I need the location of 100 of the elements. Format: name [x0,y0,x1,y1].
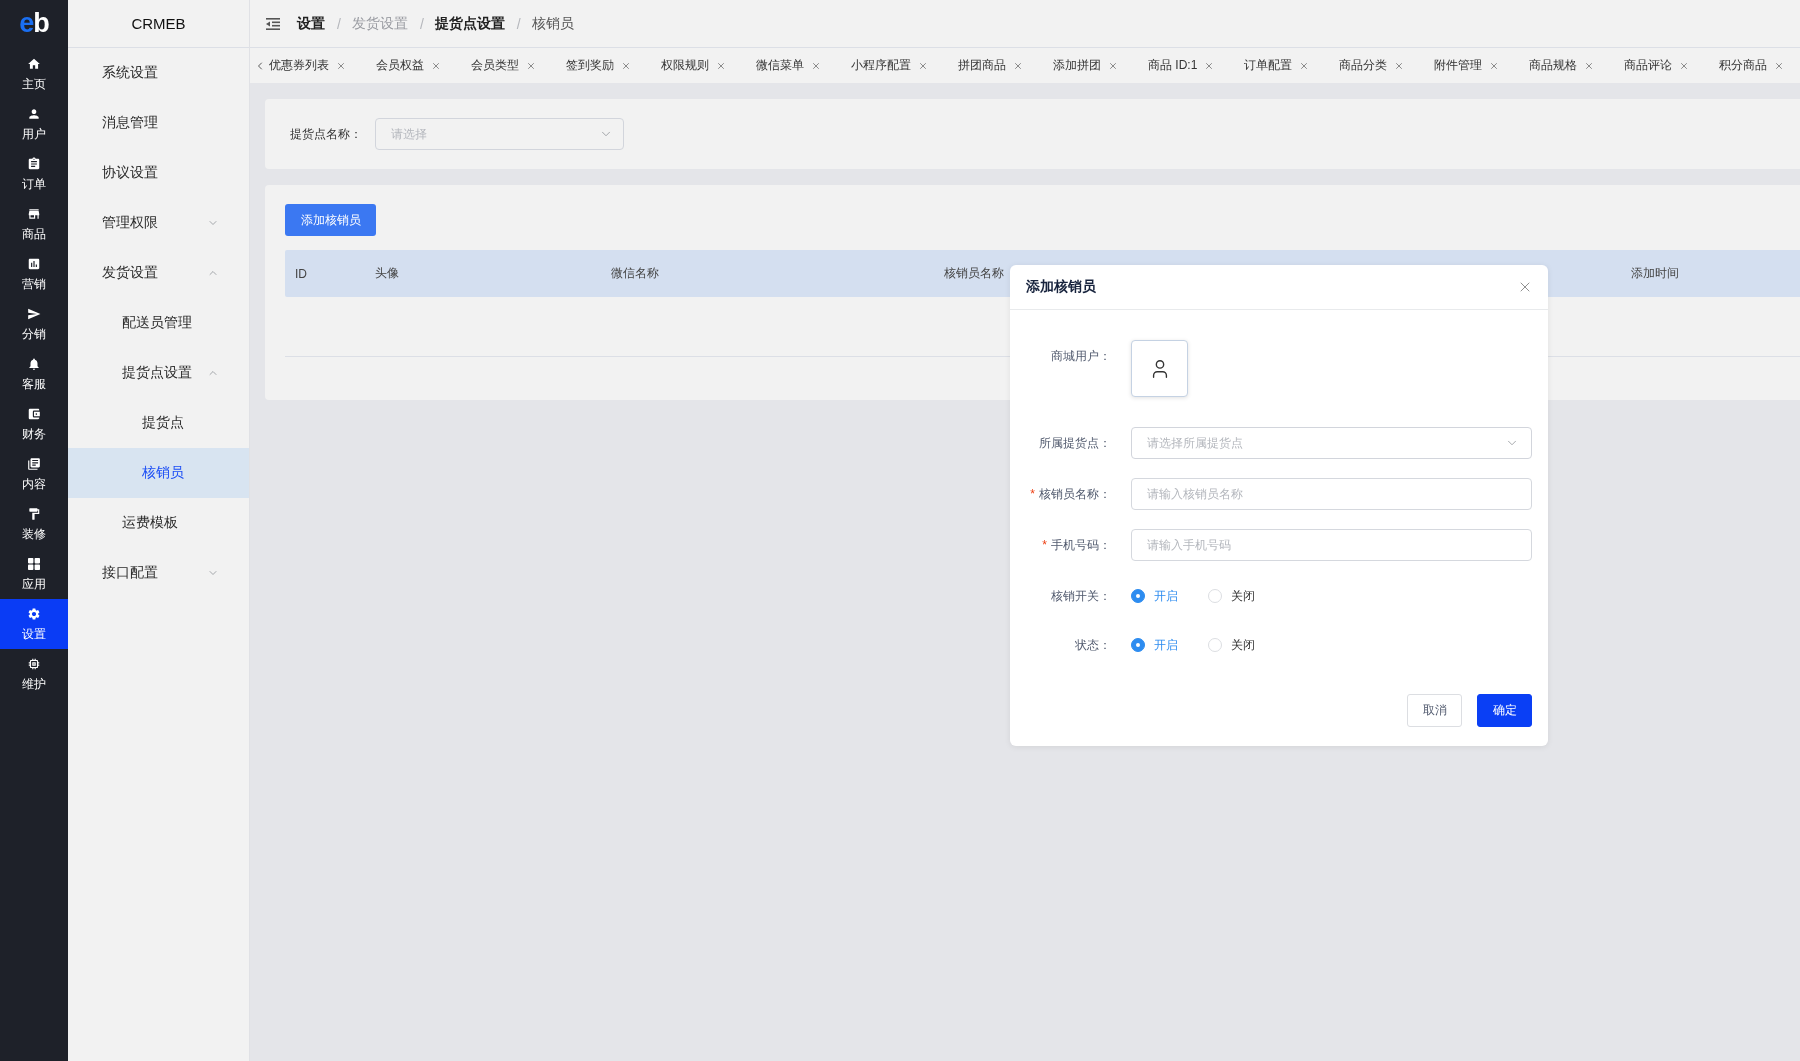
menu-item[interactable]: 提货点设置 [68,348,249,398]
close-icon[interactable] [811,60,821,71]
tab[interactable]: 拼团商品 [958,57,1023,74]
column-header: ID [294,266,307,281]
tab[interactable]: 会员类型 [471,57,536,74]
tab[interactable]: 权限规则 [661,57,726,74]
radio-label[interactable]: 关闭 [1231,587,1255,605]
close-icon[interactable] [526,60,536,71]
menu-item[interactable]: 管理权限 [68,198,249,248]
close-icon[interactable] [918,60,928,71]
breadcrumb-separator: / [418,15,425,32]
column-header: 添加时间 [1630,265,1679,282]
menu-item[interactable]: 接口配置 [68,548,249,598]
tab[interactable]: 附件管理 [1434,57,1500,74]
radio-label[interactable]: 关闭 [1231,636,1255,654]
form-label: 核销员名称： [1039,485,1111,503]
store-icon [27,206,41,221]
column-header: 微信名称 [610,265,659,282]
menu-item[interactable]: 配送员管理 [68,298,249,348]
tab[interactable]: 优惠券列表 [269,57,346,74]
close-icon[interactable] [1394,60,1405,71]
tab[interactable]: 添加拼团 [1053,57,1118,74]
radio-button[interactable] [1131,589,1145,603]
input-field[interactable]: 请输入核销员名称 [1131,478,1532,510]
form-label: 所属提货点： [1039,434,1111,452]
nav-item[interactable]: 装修 [0,499,68,549]
books-icon [27,456,41,471]
nav-item[interactable]: 内容 [0,449,68,499]
close-icon[interactable] [716,60,726,71]
add-button[interactable]: 添加核销员 [285,204,376,236]
radio-label[interactable]: 开启 [1154,587,1178,605]
clipboard-icon [27,156,41,171]
tab[interactable]: 签到奖励 [566,57,631,74]
menu-item[interactable]: 提货点 [68,398,249,448]
confirm-button[interactable]: 确定 [1477,694,1532,727]
nav-item[interactable]: 设置 [0,599,68,649]
nav-item[interactable]: 分销 [0,299,68,349]
tab[interactable]: 订单配置 [1244,57,1310,74]
close-icon[interactable] [1299,60,1310,71]
logo: eb [18,7,50,40]
tab[interactable]: 商品 ID:1 [1148,57,1215,74]
radio-button[interactable] [1131,638,1145,652]
close-icon[interactable] [1584,60,1595,71]
close-icon[interactable] [1108,60,1118,71]
nav-item[interactable]: 客服 [0,349,68,399]
close-icon[interactable] [431,60,441,71]
breadcrumb-link[interactable]: 提货点设置 [434,14,505,33]
input-field[interactable]: 请输入手机号码 [1131,529,1532,561]
nav-item[interactable]: 营销 [0,249,68,299]
breadcrumb-separator: / [336,15,342,32]
form-label: 核销开关： [1051,587,1111,605]
required-mark: * [1030,487,1035,501]
tab[interactable]: 小程序配置 [851,57,928,74]
tab[interactable]: 积分商品 [1719,57,1785,74]
close-icon[interactable] [1774,60,1785,71]
nav-item[interactable]: 商品 [0,199,68,249]
nav-item[interactable]: 主页 [0,49,68,99]
menu-item[interactable]: 消息管理 [68,98,249,148]
menu-item[interactable]: 系统设置 [68,48,249,98]
avatar-upload[interactable] [1131,340,1188,397]
radio-label[interactable]: 开启 [1154,636,1178,654]
close-icon[interactable] [1204,60,1215,71]
wallet-icon [27,406,41,421]
nav-item[interactable]: 订单 [0,149,68,199]
form-label: 商城用户： [1051,347,1111,365]
dialog-title: 添加核销员 [1026,278,1096,296]
close-icon[interactable] [1489,60,1500,71]
paint-roller-icon [27,506,41,521]
close-icon[interactable] [621,60,631,71]
breadcrumb-link[interactable]: 设置 [297,14,325,33]
column-header: 头像 [374,265,399,282]
tab[interactable]: 商品分类 [1339,57,1405,74]
nav-item[interactable]: 用户 [0,99,68,149]
menu-icon[interactable] [266,17,280,30]
nav-item[interactable]: 应用 [0,549,68,599]
tab[interactable]: 微信菜单 [756,57,821,74]
home-icon [27,56,41,71]
close-icon[interactable] [336,60,346,71]
column-header: 核销员名称 [943,265,1004,282]
paper-plane-icon [27,306,41,321]
nav-item[interactable]: 财务 [0,399,68,449]
menu-item[interactable]: 协议设置 [68,148,249,198]
grid-icon [27,556,41,571]
nav-item[interactable]: 维护 [0,649,68,699]
breadcrumb-separator: / [515,15,522,32]
settings-icon [27,606,41,621]
menu-item[interactable]: 发货设置 [68,248,249,298]
cancel-button[interactable]: 取消 [1407,694,1462,727]
form-label: 手机号码： [1051,536,1111,554]
close-icon[interactable] [1013,60,1023,71]
breadcrumb-current: 核销员 [531,14,574,33]
brand-name: CRMEB [68,0,249,48]
close-icon[interactable] [1679,60,1690,71]
tab[interactable]: 会员权益 [376,57,441,74]
tab[interactable]: 商品评论 [1624,57,1690,74]
tab[interactable]: 商品规格 [1529,57,1595,74]
bell-icon [27,356,41,371]
menu-item[interactable]: 核销员 [68,448,249,498]
required-mark: * [1042,538,1047,552]
menu-item[interactable]: 运费模板 [68,498,249,548]
